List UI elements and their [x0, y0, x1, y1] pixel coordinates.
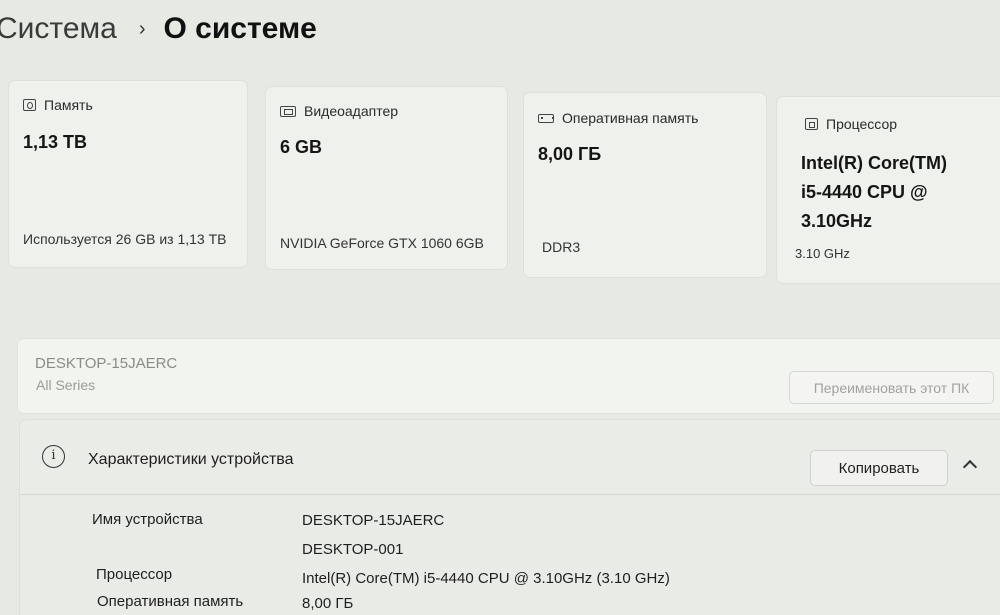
spec-value: 8,00 ГБ — [302, 595, 354, 612]
device-name: DESKTOP-15JAERC — [35, 355, 178, 372]
spec-key: Имя устройства — [92, 511, 203, 528]
card-label: Память — [44, 97, 93, 113]
page-title: О системе — [163, 12, 317, 45]
spec-value: Intel(R) Core(TM) i5-4440 CPU @ 3.10GHz … — [302, 570, 670, 587]
copy-button[interactable]: Копировать — [810, 450, 948, 486]
gpu-model: NVIDIA GeForce GTX 1060 6GB — [280, 235, 484, 251]
storage-card: Память 1,13 TB Используется 26 GB из 1,1… — [8, 80, 248, 268]
cpu-value: Intel(R) Core(TM) i5-4440 CPU @ 3.10GHz — [801, 149, 947, 236]
device-specs-panel: i Характеристики устройства Копировать И… — [19, 419, 1000, 615]
spec-key: Процессор — [96, 566, 173, 583]
cpu-value-line: 3.10GHz — [801, 211, 873, 231]
chevron-up-icon[interactable] — [962, 459, 978, 475]
card-label: Оперативная память — [562, 110, 699, 126]
device-model: All Series — [36, 377, 96, 393]
rename-pc-button[interactable]: Переименовать этот ПК — [789, 371, 994, 404]
gpu-memory-value: 6 GB — [280, 137, 323, 157]
breadcrumb: Система › О системе — [0, 12, 317, 46]
spec-key: Оперативная память — [97, 593, 244, 610]
info-icon: i — [42, 445, 65, 468]
cpu-frequency: 3.10 GHz — [795, 246, 850, 261]
breadcrumb-parent-system[interactable]: Система — [0, 12, 117, 46]
ram-card: Оперативная память 8,00 ГБ DDR3 — [523, 92, 767, 278]
ram-value: 8,00 ГБ — [538, 144, 602, 164]
cpu-value-line: Intel(R) Core(TM) — [801, 153, 947, 173]
card-label: Процессор — [826, 116, 898, 132]
storage-value: 1,13 TB — [23, 132, 88, 152]
gpu-icon — [280, 105, 296, 117]
ram-icon — [538, 113, 554, 123]
cpu-card: Процессор Intel(R) Core(TM) i5-4440 CPU … — [776, 96, 1000, 284]
spec-value: DESKTOP-001 — [302, 541, 404, 558]
gpu-card: Видеоадаптер 6 GB NVIDIA GeForce GTX 106… — [265, 86, 508, 270]
specs-header[interactable]: i Характеристики устройства Копировать — [20, 420, 1000, 495]
device-name-panel: DESKTOP-15JAERC All Series Переименовать… — [17, 338, 1000, 414]
chevron-right-icon: › — [138, 17, 146, 40]
spec-value: DESKTOP-15JAERC — [302, 512, 445, 529]
specs-title: Характеристики устройства — [88, 451, 294, 468]
cpu-icon — [805, 118, 818, 130]
about-system-page: Система › О системе Память 1,13 TB Испол… — [0, 0, 1000, 615]
storage-usage: Используется 26 GB из 1,13 TB — [23, 231, 227, 247]
cpu-value-line: i5-4440 CPU @ — [801, 182, 928, 202]
storage-icon — [23, 99, 36, 111]
ram-type: DDR3 — [542, 239, 581, 255]
card-label: Видеоадаптер — [304, 103, 399, 119]
